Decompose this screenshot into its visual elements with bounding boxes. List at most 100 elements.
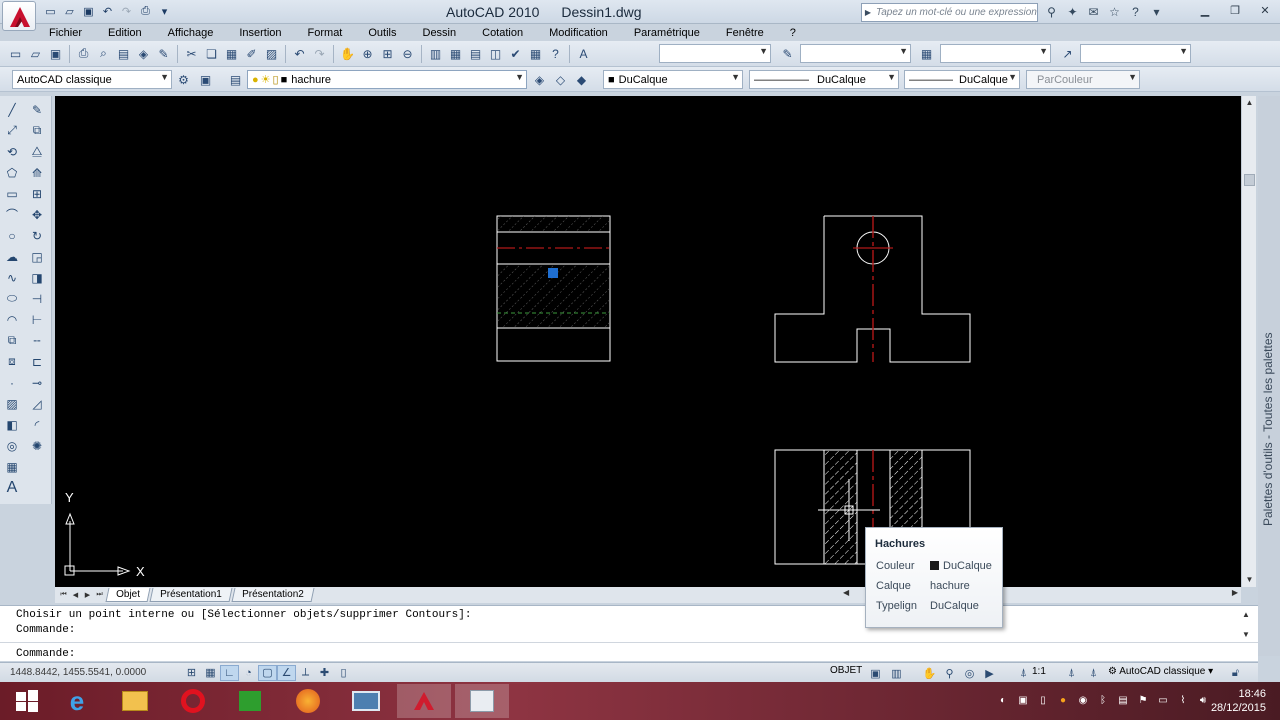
break-icon[interactable]: ⊏ [27, 352, 47, 371]
layer-manager-icon[interactable]: ▤ [226, 70, 245, 89]
new-file-icon[interactable]: ▭ [42, 3, 59, 20]
drawing-canvas[interactable]: Y X [55, 96, 1241, 587]
text-style-combo[interactable]: ▼ [659, 44, 771, 63]
design-center-icon[interactable]: ▦ [446, 44, 465, 63]
display-icon[interactable]: ▣ [1016, 693, 1030, 707]
make-block-icon[interactable]: ⧈ [2, 352, 22, 371]
notification-icon[interactable]: ◉ [1076, 693, 1090, 707]
pan-icon[interactable]: ✋ [920, 665, 939, 681]
workspace-save-icon[interactable]: ▣ [196, 70, 215, 89]
menu-fenetre[interactable]: Fenêtre [713, 27, 777, 39]
menu-outils[interactable]: Outils [355, 27, 409, 39]
network-icon[interactable]: ◐ [996, 693, 1010, 707]
opera-icon[interactable] [166, 684, 220, 718]
workspace-settings-icon[interactable]: ⚙ [174, 70, 193, 89]
publish-icon[interactable]: ▤ [114, 44, 133, 63]
prev-tab-icon[interactable]: ◀ [70, 589, 81, 601]
layer-states-icon[interactable]: ◆ [572, 70, 591, 89]
tab-presentation1[interactable]: Présentation1 [149, 588, 233, 602]
cut-icon[interactable]: ✂ [182, 44, 201, 63]
3d-dwf-icon[interactable]: ◈ [134, 44, 153, 63]
sheet-set-icon[interactable]: ◫ [486, 44, 505, 63]
grip-point[interactable] [548, 268, 558, 278]
multileader-style-combo[interactable]: ▼ [1080, 44, 1191, 63]
steering-wheel-icon[interactable]: ◎ [960, 665, 979, 681]
zoom-icon[interactable]: ⚲ [940, 665, 959, 681]
model-paper-toggle[interactable]: OBJET [830, 665, 862, 676]
new-icon[interactable]: ▭ [6, 44, 25, 63]
battery-icon[interactable]: ▭ [1156, 693, 1170, 707]
volume-icon[interactable]: 🔊︎ [1196, 693, 1210, 707]
workspace-switch[interactable]: ⚙ AutoCAD classique ▾ [1108, 666, 1213, 677]
menu-dessin[interactable]: Dessin [410, 27, 470, 39]
favorites-star-icon[interactable]: ☆ [1106, 3, 1123, 20]
command-prompt[interactable]: Commande: [16, 648, 75, 660]
erase-icon[interactable]: ✎ [27, 100, 47, 119]
tool-palettes-icon[interactable]: ▤ [466, 44, 485, 63]
help-icon[interactable]: ? [546, 44, 565, 63]
linetype-combo[interactable]: ――――― DuCalque ▼ [749, 70, 899, 89]
scroll-thumb[interactable] [1244, 174, 1255, 186]
plot-preview-icon[interactable]: ⌕ [94, 44, 113, 63]
extend-icon[interactable]: ⊢ [27, 310, 47, 329]
undo-icon[interactable]: ↶ [99, 3, 116, 20]
pan-icon[interactable]: ✋ [338, 44, 357, 63]
maximize-icon[interactable]: ❐ [1220, 0, 1250, 20]
region-icon[interactable]: ◎ [2, 436, 22, 455]
lineweight-toggle-icon[interactable]: ▯ [334, 665, 353, 681]
zoom-window-icon[interactable]: ⊞ [378, 44, 397, 63]
storage-icon[interactable]: ▯ [1036, 693, 1050, 707]
scroll-up-icon[interactable]: ▲ [1242, 96, 1257, 110]
ellipse-arc-icon[interactable]: ◠ [2, 310, 22, 329]
trim-icon[interactable]: ⊣ [27, 289, 47, 308]
ellipse-icon[interactable]: ⬭ [2, 289, 22, 308]
save-icon[interactable]: ▣ [46, 44, 65, 63]
menu-format[interactable]: Format [295, 27, 356, 39]
explode-icon[interactable]: ✺ [27, 436, 47, 455]
tool-palettes-strip[interactable]: Palettes d'outils - Toutes les palettes [1258, 96, 1280, 656]
paste-icon[interactable]: ▦ [222, 44, 241, 63]
search-expand-icon[interactable]: ▶ [862, 8, 874, 17]
line-icon[interactable]: ╱ [2, 100, 22, 119]
arc-icon[interactable]: ⌒ [2, 205, 22, 224]
dynamic-ucs-icon[interactable]: ⟂ [296, 665, 315, 681]
last-tab-icon[interactable]: ⏭ [94, 589, 105, 601]
scale-icon[interactable]: ◲ [27, 247, 47, 266]
toolbar-lock-icon[interactable]: 🔓︎ [1226, 665, 1245, 681]
multiline-text-icon[interactable]: A [2, 478, 22, 497]
subscription-icon[interactable]: ✦ [1064, 3, 1081, 20]
table-icon[interactable]: ▦ [2, 457, 22, 476]
menu-fichier[interactable]: Fichier [36, 27, 95, 39]
menu-modification[interactable]: Modification [536, 27, 621, 39]
polygon-icon[interactable]: ⬠ [2, 163, 22, 182]
command-scrollbar[interactable]: ▲ ▼ [1242, 608, 1255, 660]
first-tab-icon[interactable]: ⏮ [58, 589, 69, 601]
gradient-icon[interactable]: ◧ [2, 415, 22, 434]
scroll-down-icon[interactable]: ▼ [1242, 630, 1250, 639]
close-icon[interactable]: ✕ [1250, 0, 1280, 20]
table-style-combo[interactable]: ▼ [940, 44, 1051, 63]
communication-icon[interactable]: ✉ [1085, 3, 1102, 20]
showmotion-icon[interactable]: ▶ [980, 665, 999, 681]
zoom-realtime-icon[interactable]: ⊕ [358, 44, 377, 63]
color-combo[interactable]: ■ DuCalque ▼ [603, 70, 743, 89]
spline-icon[interactable]: ∿ [2, 268, 22, 287]
scroll-down-icon[interactable]: ▼ [1242, 573, 1257, 587]
system-clock[interactable]: 18:46 28/12/2015 [1211, 687, 1266, 715]
stretch-icon[interactable]: ◨ [27, 268, 47, 287]
markup-icon[interactable]: ✔ [506, 44, 525, 63]
file-manager-icon[interactable] [455, 684, 509, 718]
redo-icon[interactable]: ↷ [310, 44, 329, 63]
polyline-icon[interactable]: ⟲ [2, 142, 22, 161]
object-snap-tracking-icon[interactable]: ∠ [277, 664, 296, 681]
dynamic-input-icon[interactable]: ✚ [315, 665, 334, 681]
open-file-icon[interactable]: ▱ [61, 3, 78, 20]
chamfer-icon[interactable]: ◿ [27, 394, 47, 413]
command-line[interactable]: Choisir un point interne ou [Sélectionne… [0, 605, 1258, 661]
devices-icon[interactable]: ▤ [1116, 693, 1130, 707]
properties-icon[interactable]: ▥ [426, 44, 445, 63]
match-properties-icon[interactable]: ✐ [242, 44, 261, 63]
qat-dropdown-icon[interactable]: ▾ [156, 3, 173, 20]
annotation-scale-icon[interactable]: ⍋ [1014, 665, 1033, 681]
copy-object-icon[interactable]: ⧉ [27, 121, 47, 140]
